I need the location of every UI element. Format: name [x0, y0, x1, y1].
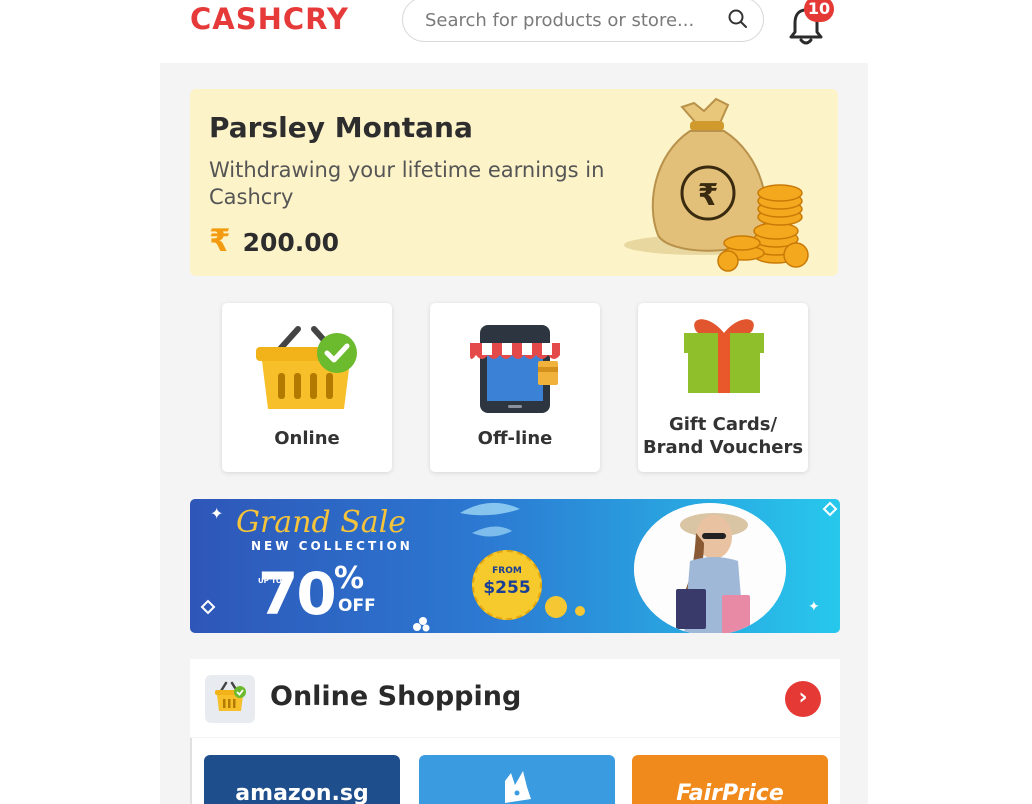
price-badge: FROM $255	[472, 550, 542, 620]
earnings-amount-row: ₹200.00	[209, 223, 339, 259]
category-label: Online	[274, 428, 340, 449]
earnings-description: Withdrawing your lifetime earnings in Ca…	[209, 158, 605, 209]
banner-off: OFF	[338, 596, 376, 616]
store-phone-icon	[430, 321, 600, 416]
store-card-fairprice[interactable]: FairPrice	[632, 755, 828, 804]
chevron-right-icon[interactable]: ›	[785, 681, 821, 717]
deliveroo-logo-icon	[505, 771, 531, 803]
category-gift-cards[interactable]: Gift Cards/ Brand Vouchers	[638, 303, 808, 472]
banner-discount: 70	[258, 560, 337, 628]
shopping-basket-icon	[205, 675, 255, 723]
earnings-amount: 200.00	[242, 228, 340, 257]
store-name: amazon.sg	[235, 781, 369, 804]
brand-logo[interactable]: CASHCRY	[190, 2, 349, 36]
app-screen: CASHCRY 10 Parsley Montana Withdrawing y…	[160, 0, 868, 804]
top-header: CASHCRY	[160, 0, 868, 63]
search-input[interactable]	[423, 5, 717, 35]
notification-badge: 10	[804, 0, 834, 22]
search-icon[interactable]	[727, 8, 749, 34]
store-name: FairPrice	[676, 781, 784, 804]
category-label: Gift Cards/ Brand Vouchers	[642, 414, 804, 458]
user-name: Parsley Montana	[209, 111, 473, 144]
svg-text:✦: ✦	[210, 504, 223, 523]
store-card-deliveroo[interactable]: deliveroo	[419, 755, 615, 804]
earnings-card: Parsley Montana Withdrawing your lifetim…	[190, 89, 838, 276]
online-shopping-header[interactable]: Online Shopping ›	[190, 659, 840, 737]
search-bar[interactable]	[402, 0, 764, 42]
banner-percent: %	[334, 561, 365, 596]
price-value: $255	[483, 578, 531, 598]
section-title: Online Shopping	[270, 681, 522, 712]
gift-box-icon	[638, 313, 808, 408]
rupee-icon: ₹	[209, 223, 231, 259]
svg-text:₹: ₹	[698, 178, 719, 213]
store-card-amazon[interactable]: amazon.sg	[204, 755, 400, 804]
svg-text:✦: ✦	[808, 599, 820, 615]
category-offline[interactable]: Off-line	[430, 303, 600, 472]
money-bag-icon: ₹	[624, 95, 814, 276]
model-photo	[634, 503, 786, 633]
price-from-label: FROM	[492, 566, 522, 576]
shopping-basket-icon	[222, 321, 392, 416]
store-list: amazon.sg deliveroo FairPrice	[190, 738, 840, 804]
banner-title: Grand Sale	[236, 505, 407, 540]
grand-sale-banner[interactable]: ✦ ✦ Grand Sale NEW COLLECTION UP TO 70 %…	[190, 499, 840, 633]
category-online[interactable]: Online	[222, 303, 392, 472]
banner-subtitle: NEW COLLECTION	[251, 539, 413, 553]
category-label: Off-line	[477, 428, 553, 449]
